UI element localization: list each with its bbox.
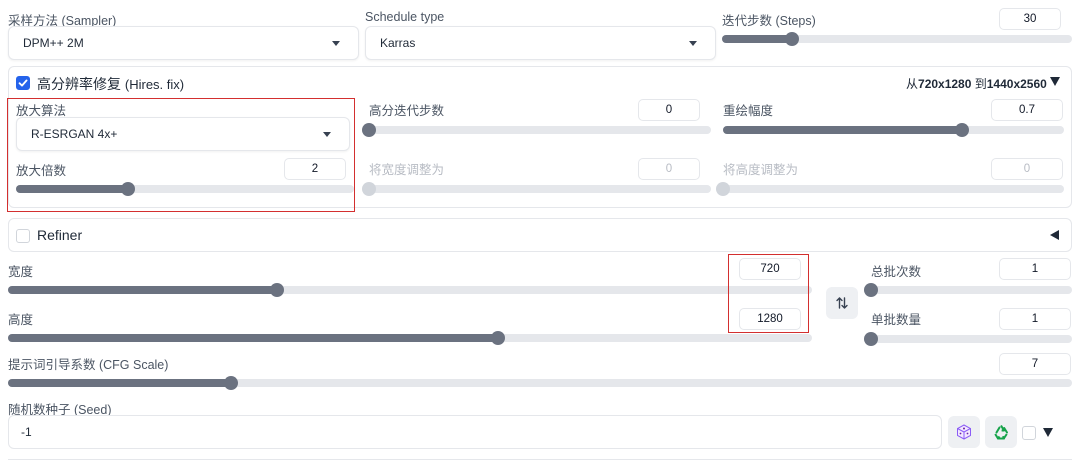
resize-width-slider[interactable] [362, 182, 711, 196]
hires-fix-title[interactable]: 高分辨率修复 (Hires. fix) [37, 74, 184, 94]
swap-icon [836, 297, 848, 309]
chevron-down-icon [689, 41, 697, 46]
cfg-input[interactable]: 7 [999, 353, 1071, 375]
cfg-slider-fill [8, 379, 232, 387]
schedule-value: Karras [380, 36, 416, 50]
random-seed-button[interactable] [948, 416, 980, 448]
cfg-slider-handle[interactable] [224, 376, 239, 390]
batch-size-slider-handle[interactable] [864, 332, 878, 346]
collapse-icon[interactable] [1050, 77, 1060, 86]
divider [8, 459, 1072, 460]
hires-fix-title-zh: 高分辨率修复 [37, 76, 121, 92]
swap-dimensions-button[interactable] [826, 287, 858, 319]
width-slider-fill [8, 286, 278, 294]
width-slider[interactable] [8, 283, 812, 297]
check-icon [18, 79, 28, 87]
dice-icon [957, 424, 971, 440]
batch-size-input[interactable]: 1 [999, 308, 1071, 330]
denoise-slider-handle[interactable] [954, 123, 969, 137]
resize-height-slider-handle[interactable] [716, 182, 730, 196]
batch-size-slider[interactable] [864, 332, 1072, 346]
hires-fix-summary: 从720x1280 到1440x2560 [906, 75, 1047, 92]
refiner-panel [8, 218, 1072, 252]
cfg-slider[interactable] [8, 376, 1072, 390]
seed-input[interactable]: -1 [8, 415, 942, 449]
resize-height-input[interactable]: 0 [991, 158, 1063, 180]
denoise-slider[interactable] [723, 123, 1064, 137]
batch-count-slider[interactable] [864, 283, 1072, 297]
steps-slider-handle[interactable] [785, 32, 799, 46]
schedule-dropdown[interactable]: Karras [365, 26, 716, 60]
width-slider-handle[interactable] [270, 283, 285, 297]
highlight-box-upscaler [7, 98, 355, 212]
seed-expand-icon[interactable] [1043, 428, 1053, 437]
steps-input[interactable]: 30 [999, 8, 1061, 30]
height-slider-fill [8, 334, 498, 342]
resize-height-label: 将高度调整为 [723, 163, 799, 177]
expand-icon[interactable] [1050, 230, 1059, 240]
refiner-checkbox[interactable] [16, 229, 30, 243]
denoise-input[interactable]: 0.7 [991, 99, 1063, 121]
steps-label: 迭代步数 (Steps) [722, 14, 816, 28]
batch-count-slider-handle[interactable] [864, 283, 878, 297]
schedule-label: Schedule type [365, 10, 445, 24]
steps-slider[interactable] [722, 32, 1072, 46]
batch-count-input[interactable]: 1 [999, 258, 1071, 280]
denoise-label: 重绘幅度 [723, 104, 774, 118]
width-label: 宽度 [8, 265, 34, 279]
highlight-box-dimensions [728, 254, 809, 333]
summary-to: 1440x2560 [986, 77, 1047, 91]
height-slider-handle[interactable] [490, 331, 505, 345]
height-slider[interactable] [8, 331, 812, 345]
chevron-down-icon [332, 41, 340, 46]
hires-steps-label: 高分迭代步数 [369, 104, 445, 118]
recycle-icon [994, 424, 1008, 440]
hires-steps-slider-handle[interactable] [362, 123, 376, 137]
hires-steps-slider[interactable] [362, 123, 711, 137]
resize-width-label: 将宽度调整为 [369, 163, 445, 177]
denoise-slider-fill [723, 126, 962, 134]
seed-extra-checkbox[interactable] [1022, 426, 1036, 440]
cfg-label: 提示词引导系数 (CFG Scale) [8, 358, 169, 372]
resize-height-slider[interactable] [716, 182, 1064, 196]
steps-slider-fill [722, 35, 792, 43]
batch-size-label: 单批数量 [871, 313, 922, 327]
resize-width-slider-handle[interactable] [362, 182, 376, 196]
reuse-seed-button[interactable] [985, 416, 1017, 448]
hires-fix-title-en: (Hires. fix) [124, 77, 185, 92]
sampler-value: DPM++ 2M [23, 36, 84, 50]
batch-count-label: 总批次数 [871, 265, 922, 279]
hires-fix-checkbox[interactable] [16, 76, 30, 90]
height-label: 高度 [8, 313, 34, 327]
resize-width-input[interactable]: 0 [638, 158, 700, 180]
hires-steps-input[interactable]: 0 [638, 99, 700, 121]
summary-prefix: 从 [906, 77, 919, 91]
summary-mid: 到 [971, 77, 987, 91]
refiner-label[interactable]: Refiner [37, 227, 82, 243]
sampler-dropdown[interactable]: DPM++ 2M [8, 26, 359, 60]
summary-from: 720x1280 [918, 77, 972, 91]
